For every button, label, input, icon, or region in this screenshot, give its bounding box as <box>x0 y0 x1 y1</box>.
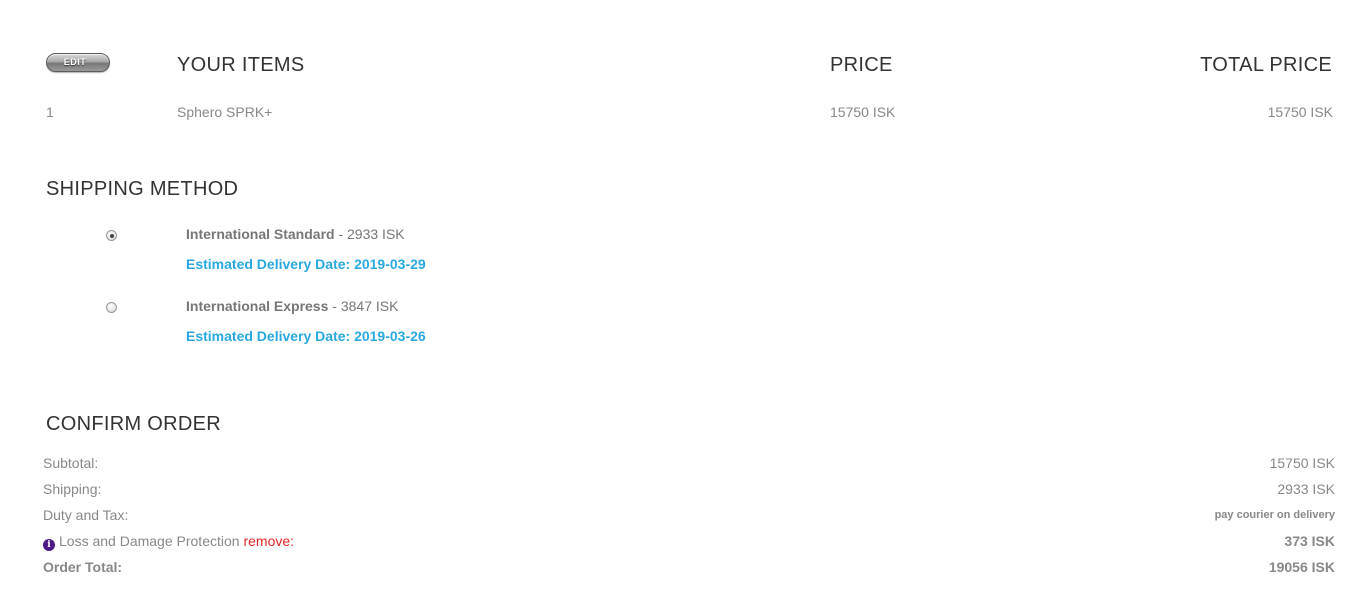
edit-button[interactable]: EDIT <box>46 53 110 72</box>
price-header: PRICE <box>830 54 893 76</box>
shipping-label: Shipping: <box>43 481 102 497</box>
standard-delivery-date: Estimated Delivery Date: 2019-03-29 <box>186 256 426 272</box>
item-name: Sphero SPRK+ <box>177 104 273 120</box>
your-items-header: YOUR ITEMS <box>177 54 305 76</box>
express-option-label[interactable]: International Express - 3847 ISK <box>186 298 398 314</box>
order-total-label: Order Total: <box>43 559 123 575</box>
standard-radio[interactable] <box>106 230 117 241</box>
express-delivery-date: Estimated Delivery Date: 2019-03-26 <box>186 328 426 344</box>
protection-value: 373 ISK <box>1284 533 1335 549</box>
express-radio[interactable] <box>106 302 117 313</box>
express-option-name: International Express <box>186 298 329 314</box>
protection-label: Loss and Damage Protection <box>59 533 244 549</box>
subtotal-label: Subtotal: <box>43 455 99 471</box>
remove-protection-link[interactable]: remove <box>243 533 290 549</box>
standard-option-price: - 2933 ISK <box>334 226 405 242</box>
confirm-order-title: CONFIRM ORDER <box>46 413 222 435</box>
item-quantity: 1 <box>46 104 54 120</box>
remove-colon: : <box>290 533 295 549</box>
item-total-price: 15750 ISK <box>1267 104 1333 120</box>
express-option-price: - 3847 ISK <box>328 298 399 314</box>
subtotal-value: 15750 ISK <box>1269 455 1335 471</box>
duty-tax-value: pay courier on delivery <box>1214 509 1335 521</box>
shipping-method-title: SHIPPING METHOD <box>46 178 239 200</box>
standard-option-label[interactable]: International Standard - 2933 ISK <box>186 226 405 242</box>
shipping-value: 2933 ISK <box>1277 481 1335 497</box>
protection-row: i Loss and Damage Protection remove: <box>43 533 294 551</box>
edit-button-label: EDIT <box>63 57 87 67</box>
duty-tax-label: Duty and Tax: <box>43 507 129 523</box>
standard-option-name: International Standard <box>186 226 335 242</box>
info-icon[interactable]: i <box>43 539 55 551</box>
item-price: 15750 ISK <box>830 104 896 120</box>
order-total-value: 19056 ISK <box>1268 559 1335 575</box>
total-price-header: TOTAL PRICE <box>1200 54 1332 76</box>
